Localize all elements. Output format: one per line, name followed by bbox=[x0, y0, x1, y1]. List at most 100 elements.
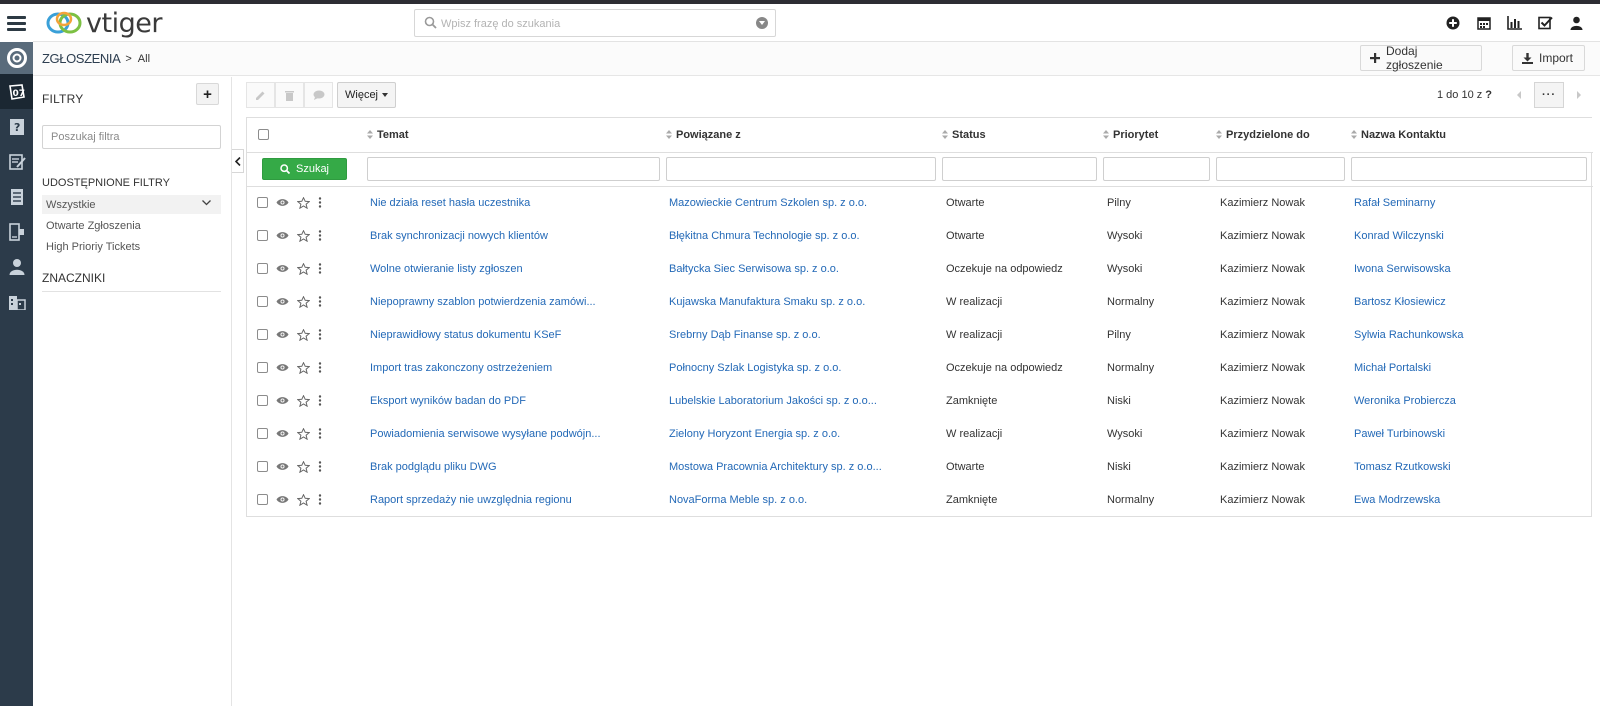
eye-icon[interactable] bbox=[276, 330, 289, 339]
edit-button[interactable] bbox=[246, 82, 275, 108]
eye-icon[interactable] bbox=[276, 264, 289, 273]
task-check-icon[interactable] bbox=[1530, 12, 1561, 34]
eye-icon[interactable] bbox=[276, 462, 289, 471]
star-icon[interactable] bbox=[297, 328, 310, 341]
eye-icon[interactable] bbox=[276, 297, 289, 306]
row-checkbox[interactable] bbox=[257, 428, 268, 439]
ticket-subject-link[interactable]: Niepoprawny szablon potwierdzenia zamówi… bbox=[370, 296, 596, 308]
table-row[interactable]: Eksport wyników badan do PDF Lubelskie La… bbox=[247, 384, 1593, 417]
more-vertical-icon[interactable] bbox=[318, 461, 322, 472]
module-title[interactable]: ZGŁOSZENIA bbox=[42, 51, 121, 66]
filter-item-all[interactable]: Wszystkie bbox=[42, 195, 221, 214]
comment-button[interactable] bbox=[304, 82, 333, 108]
more-vertical-icon[interactable] bbox=[318, 428, 322, 439]
star-icon[interactable] bbox=[297, 460, 310, 473]
helpdesk-lifebuoy-icon[interactable] bbox=[0, 42, 33, 74]
column-header-assigned-to[interactable]: Przydzielone do bbox=[1216, 118, 1351, 153]
bar-chart-icon[interactable] bbox=[1499, 12, 1530, 34]
more-vertical-icon[interactable] bbox=[318, 494, 322, 505]
star-icon[interactable] bbox=[297, 229, 310, 242]
column-header-contact-name[interactable]: Nazwa Kontaktu bbox=[1351, 118, 1593, 153]
related-organization-link[interactable]: Lubelskie Laboratorium Jakości sp. z o.o… bbox=[669, 395, 877, 407]
more-vertical-icon[interactable] bbox=[318, 395, 322, 406]
status-filter-input[interactable] bbox=[942, 157, 1097, 181]
star-icon[interactable] bbox=[297, 361, 310, 374]
related-to-filter-input[interactable] bbox=[666, 157, 936, 181]
contact-link[interactable]: Rafał Seminarny bbox=[1354, 197, 1435, 209]
contact-link[interactable]: Iwona Serwisowska bbox=[1354, 263, 1451, 275]
ticket-subject-link[interactable]: Nieprawidłowy status dokumentu KSeF bbox=[370, 329, 561, 341]
filter-item-open-tickets[interactable]: Otwarte Zgłoszenia bbox=[42, 216, 221, 235]
row-checkbox[interactable] bbox=[257, 296, 268, 307]
add-filter-button[interactable]: + bbox=[196, 83, 219, 105]
assigned-to-filter-input[interactable] bbox=[1216, 157, 1345, 181]
contacts-icon[interactable] bbox=[0, 249, 33, 284]
menu-hamburger-icon[interactable] bbox=[0, 4, 33, 42]
subject-filter-input[interactable] bbox=[367, 157, 660, 181]
row-checkbox[interactable] bbox=[257, 362, 268, 373]
eye-icon[interactable] bbox=[276, 198, 289, 207]
column-header-subject[interactable]: Temat bbox=[367, 118, 666, 153]
search-options-dropdown-icon[interactable] bbox=[756, 17, 768, 29]
column-header-priority[interactable]: Priorytet bbox=[1103, 118, 1216, 153]
calendar-icon[interactable] bbox=[1468, 12, 1499, 34]
table-row[interactable]: Brak synchronizacji nowych klientów Błęki… bbox=[247, 219, 1593, 252]
table-row[interactable]: Niepoprawny szablon potwierdzenia zamówi… bbox=[247, 285, 1593, 318]
contact-link[interactable]: Sylwia Rachunkowska bbox=[1354, 329, 1463, 341]
star-icon[interactable] bbox=[297, 262, 310, 275]
related-organization-link[interactable]: Bałtycka Siec Serwisowa sp. z o.o. bbox=[669, 263, 839, 275]
more-vertical-icon[interactable] bbox=[318, 197, 322, 208]
row-checkbox[interactable] bbox=[257, 230, 268, 241]
next-page-button[interactable] bbox=[1566, 82, 1592, 108]
add-ticket-button[interactable]: Dodaj zgłoszenie bbox=[1360, 44, 1482, 72]
ticket-subject-link[interactable]: Eksport wyników badan do PDF bbox=[370, 395, 526, 407]
column-header-status[interactable]: Status bbox=[942, 118, 1103, 153]
table-row[interactable]: Wolne otwieranie listy zgłoszen Bałtycka … bbox=[247, 252, 1593, 285]
tickets-icon[interactable]: 07 bbox=[0, 74, 33, 109]
more-vertical-icon[interactable] bbox=[318, 296, 322, 307]
contact-link[interactable]: Bartosz Kłosiewicz bbox=[1354, 296, 1446, 308]
import-button[interactable]: Import bbox=[1512, 45, 1585, 71]
service-contracts-icon[interactable] bbox=[0, 144, 33, 179]
ticket-subject-link[interactable]: Brak podglądu pliku DWG bbox=[370, 461, 497, 473]
more-actions-dropdown[interactable]: Więcej bbox=[337, 82, 397, 108]
page-jump-button[interactable]: ··· bbox=[1534, 82, 1564, 108]
total-count-unknown[interactable]: ? bbox=[1485, 89, 1492, 101]
eye-icon[interactable] bbox=[276, 363, 289, 372]
row-checkbox[interactable] bbox=[257, 461, 268, 472]
assets-icon[interactable] bbox=[0, 214, 33, 249]
chevron-down-icon[interactable] bbox=[202, 200, 211, 206]
contact-link[interactable]: Ewa Modrzewska bbox=[1354, 494, 1440, 506]
ticket-subject-link[interactable]: Brak synchronizacji nowych klientów bbox=[370, 230, 548, 242]
related-organization-link[interactable]: Zielony Horyzont Energia sp. z o.o. bbox=[669, 428, 840, 440]
related-organization-link[interactable]: Srebrny Dąb Finanse sp. z o.o. bbox=[669, 329, 821, 341]
table-row[interactable]: Nie działa reset hasła uczestnika Mazowie… bbox=[247, 186, 1593, 219]
contact-link[interactable]: Paweł Turbinowski bbox=[1354, 428, 1445, 440]
row-checkbox[interactable] bbox=[257, 263, 268, 274]
more-vertical-icon[interactable] bbox=[318, 329, 322, 340]
ticket-subject-link[interactable]: Wolne otwieranie listy zgłoszen bbox=[370, 263, 523, 275]
ticket-subject-link[interactable]: Raport sprzedaży nie uwzględnia regionu bbox=[370, 494, 572, 506]
more-vertical-icon[interactable] bbox=[318, 263, 322, 274]
star-icon[interactable] bbox=[297, 394, 310, 407]
more-vertical-icon[interactable] bbox=[318, 362, 322, 373]
row-checkbox[interactable] bbox=[257, 494, 268, 505]
global-search-input[interactable] bbox=[441, 14, 741, 33]
star-icon[interactable] bbox=[297, 196, 310, 209]
user-profile-icon[interactable] bbox=[1561, 12, 1592, 34]
eye-icon[interactable] bbox=[276, 429, 289, 438]
products-icon[interactable] bbox=[0, 179, 33, 214]
column-header-related-to[interactable]: Powiązane z bbox=[666, 118, 942, 153]
contact-link[interactable]: Tomasz Rzutkowski bbox=[1354, 461, 1451, 473]
table-row[interactable]: Powiadomienia serwisowe wysyłane podwójn… bbox=[247, 417, 1593, 450]
related-organization-link[interactable]: Błękitna Chmura Technologie sp. z o.o. bbox=[669, 230, 860, 242]
organizations-icon[interactable] bbox=[0, 284, 33, 319]
star-icon[interactable] bbox=[297, 427, 310, 440]
ticket-subject-link[interactable]: Powiadomienia serwisowe wysyłane podwójn… bbox=[370, 428, 601, 440]
table-row[interactable]: Raport sprzedaży nie uwzględnia regionu N… bbox=[247, 483, 1593, 516]
star-icon[interactable] bbox=[297, 493, 310, 506]
priority-filter-input[interactable] bbox=[1103, 157, 1210, 181]
quick-create-plus-icon[interactable] bbox=[1437, 12, 1468, 34]
contact-link[interactable]: Konrad Wilczynski bbox=[1354, 230, 1444, 242]
delete-button[interactable] bbox=[275, 82, 304, 108]
